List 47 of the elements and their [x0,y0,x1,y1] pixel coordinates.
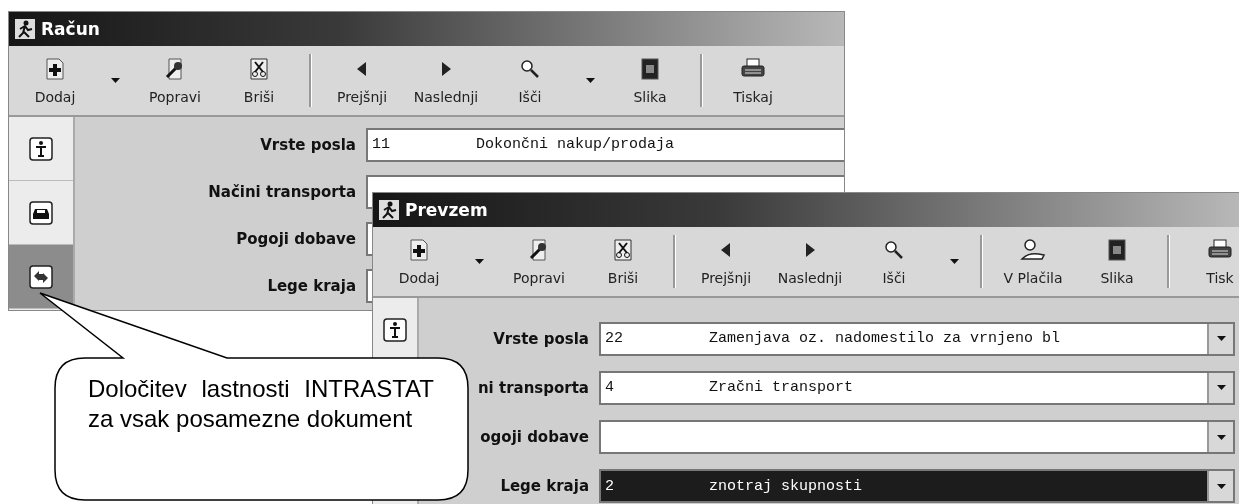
printer-icon [1208,238,1232,261]
side-tab[interactable] [9,245,73,309]
picture-frame-icon [641,57,659,80]
add-document-icon [45,57,65,80]
combo-field[interactable] [599,420,1235,455]
dropdown-button[interactable] [1207,372,1233,403]
search-icon [520,58,540,79]
running-figure-icon [379,200,399,220]
caret-icon [1216,385,1226,391]
person-icon [383,317,407,342]
right-triangle-icon [805,242,815,257]
combo-field[interactable]: 11 Dokončni nakup/prodaja [366,127,844,162]
field-label: Načini transporta [207,182,356,201]
left-triangle-icon [721,242,731,257]
search-icon [884,239,904,260]
combo-field[interactable]: 22 Zamenjava oz. nadomestilo za vrnjeno bl [599,321,1235,356]
dropdown-button[interactable] [1207,422,1233,453]
running-figure-icon [15,19,35,39]
window-title: Prevzem [405,200,488,220]
scissors-page-icon [249,57,269,80]
person-icon [29,136,53,161]
right-triangle-icon [441,61,451,76]
dropdown-button[interactable] [1207,471,1233,502]
printer-icon [741,57,765,80]
field-label: Lege kraja [499,477,589,496]
field-label: Lege kraja [266,276,356,295]
callout-text: Določitev lastnosti INTRASTAT za vsak posamezne dokument [88,374,434,434]
add-document-icon [409,238,429,261]
caret-icon [949,259,959,264]
caret-icon [1216,483,1226,489]
swap-arrows-icon [29,264,53,289]
dropdown-button[interactable] [1207,323,1233,354]
field-label: Vrste posla [259,135,356,154]
caret-icon [474,259,484,264]
caret-icon [1216,434,1226,440]
caret-icon [110,78,120,83]
caret-icon [1216,336,1226,342]
field-label: Vrste posla [492,329,589,348]
field-label: ogoji dobave [479,428,589,447]
combo-field[interactable]: 2 znotraj skupnosti [599,469,1235,504]
caret-icon [585,78,595,83]
combo-field[interactable]: 4 Zračni transport [599,370,1235,405]
field-label: Pogoji dobave [235,229,356,248]
scissors-page-icon [613,238,633,261]
left-triangle-icon [357,61,367,76]
window-title: Račun [41,19,100,39]
picture-frame-icon [1108,238,1126,261]
